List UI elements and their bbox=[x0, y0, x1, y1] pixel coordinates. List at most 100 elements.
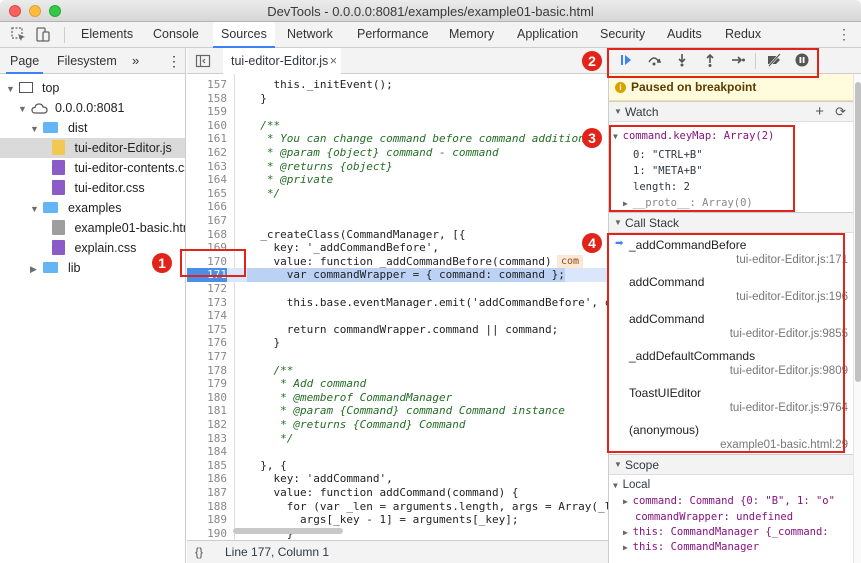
line-number[interactable]: 189 bbox=[187, 513, 227, 527]
line-number[interactable]: 186 bbox=[187, 472, 227, 486]
call-stack-section-header[interactable]: ▼ Call Stack bbox=[609, 212, 854, 233]
line-number[interactable]: 174 bbox=[187, 309, 227, 323]
line-number[interactable]: 162 bbox=[187, 146, 227, 160]
code-line[interactable]: 173 this.base.eventManager.emit('addComm… bbox=[187, 296, 608, 310]
collapse-arrow-icon[interactable]: ▶ bbox=[623, 497, 633, 506]
tree-item-dist[interactable]: ▼ dist bbox=[30, 118, 87, 138]
tab-console[interactable]: Console bbox=[153, 22, 199, 47]
code-line[interactable]: 171 var commandWrapper = { command: comm… bbox=[187, 268, 608, 282]
code-line[interactable]: 172 bbox=[187, 282, 608, 296]
code-line[interactable]: 178 /** bbox=[187, 364, 608, 378]
scope-variable[interactable]: ▶ this: CommandManager bbox=[623, 540, 759, 555]
code-line[interactable]: 168 _createClass(CommandManager, [{ bbox=[187, 228, 608, 242]
code-line[interactable]: 186 key: 'addCommand', bbox=[187, 472, 608, 486]
line-number[interactable]: 166 bbox=[187, 200, 227, 214]
code-line[interactable]: 170 value: function _addCommandBefore(co… bbox=[187, 254, 608, 269]
device-toolbar-icon[interactable] bbox=[34, 26, 52, 44]
tab-sources[interactable]: Sources bbox=[213, 22, 275, 48]
code-line[interactable]: 159 bbox=[187, 105, 608, 119]
tree-item-top[interactable]: ▼ top bbox=[6, 78, 59, 98]
tab-page[interactable]: Page bbox=[6, 48, 44, 74]
line-number[interactable]: 177 bbox=[187, 350, 227, 364]
expand-arrow-icon[interactable]: ▼ bbox=[6, 79, 16, 99]
line-number[interactable]: 187 bbox=[187, 486, 227, 500]
code-line[interactable]: 180 * @memberof CommandManager bbox=[187, 391, 608, 405]
navigator-menu-icon[interactable]: ⋮ bbox=[167, 48, 181, 74]
line-number[interactable]: 183 bbox=[187, 432, 227, 446]
tab-network[interactable]: Network bbox=[287, 22, 333, 47]
line-number[interactable]: 157 bbox=[187, 78, 227, 92]
collapse-arrow-icon[interactable]: ▶ bbox=[623, 543, 633, 552]
line-number[interactable]: 167 bbox=[187, 214, 227, 228]
code-line[interactable]: 175 return commandWrapper.command || com… bbox=[187, 323, 608, 337]
code-line[interactable]: 185 }, { bbox=[187, 459, 608, 473]
tab-redux[interactable]: Redux bbox=[725, 22, 761, 47]
scope-variable[interactable]: ▶ this: CommandManager {_command: bbox=[623, 525, 829, 540]
line-number[interactable]: 178 bbox=[187, 364, 227, 378]
line-number[interactable]: 181 bbox=[187, 404, 227, 418]
code-line[interactable]: 176 } bbox=[187, 336, 608, 350]
line-number[interactable]: 176 bbox=[187, 336, 227, 350]
code-area[interactable]: 157 this._initEvent(); 158 } 159 160 /** 161… bbox=[187, 74, 608, 563]
tree-item-editor-css[interactable]: tui-editor.css bbox=[52, 178, 145, 198]
code-line[interactable]: 188 for (var _len = arguments.length, ar… bbox=[187, 500, 608, 514]
code-line[interactable]: 158 } bbox=[187, 92, 608, 106]
line-number[interactable]: 160 bbox=[187, 119, 227, 133]
code-line[interactable]: 177 bbox=[187, 350, 608, 364]
tree-item-editor-js[interactable]: tui-editor-Editor.js bbox=[0, 138, 185, 158]
watch-section-header[interactable]: ▼ Watch + ⟳ bbox=[609, 101, 854, 122]
expand-arrow-icon[interactable]: ▼ bbox=[614, 102, 622, 122]
line-number[interactable]: 185 bbox=[187, 459, 227, 473]
code-line[interactable]: 187 value: function addCommand(command) … bbox=[187, 486, 608, 500]
line-number[interactable]: 159 bbox=[187, 105, 227, 119]
code-line[interactable]: 165 */ bbox=[187, 187, 608, 201]
line-number[interactable]: 180 bbox=[187, 391, 227, 405]
expand-arrow-icon[interactable]: ▼ bbox=[614, 213, 622, 233]
code-line[interactable]: 160 /** bbox=[187, 119, 608, 133]
code-line[interactable]: 162 * @param {object} command - command bbox=[187, 146, 608, 160]
code-line[interactable]: 189 args[_key - 1] = arguments[_key]; bbox=[187, 513, 608, 527]
expand-arrow-icon[interactable]: ▼ bbox=[613, 481, 623, 490]
code-line[interactable]: 166 bbox=[187, 200, 608, 214]
scope-variable[interactable]: ▶ command: Command {0: "B", 1: "o" bbox=[623, 494, 835, 509]
code-line[interactable]: 163 * @returns {object} bbox=[187, 160, 608, 174]
inspect-element-icon[interactable] bbox=[10, 26, 28, 44]
tab-memory[interactable]: Memory bbox=[449, 22, 494, 47]
line-number[interactable]: 165 bbox=[187, 187, 227, 201]
tab-elements[interactable]: Elements bbox=[81, 22, 133, 47]
scope-local[interactable]: ▼ Local bbox=[613, 478, 650, 493]
tab-security[interactable]: Security bbox=[600, 22, 645, 47]
line-number[interactable]: 190 bbox=[187, 527, 227, 541]
vertical-scrollbar[interactable] bbox=[853, 74, 861, 563]
tab-application[interactable]: Application bbox=[517, 22, 578, 47]
tree-item-example01-html[interactable]: example01-basic.html bbox=[52, 218, 185, 238]
tree-item-examples[interactable]: ▼ examples bbox=[30, 198, 121, 218]
tree-item-lib[interactable]: ▶ lib bbox=[30, 258, 80, 278]
tab-filesystem[interactable]: Filesystem bbox=[57, 48, 117, 74]
code-line[interactable]: 161 * You can change command before comm… bbox=[187, 132, 608, 146]
expand-arrow-icon[interactable]: ▼ bbox=[18, 99, 28, 119]
tree-item-explain-css[interactable]: explain.css bbox=[52, 238, 136, 258]
scrollbar-thumb[interactable] bbox=[855, 82, 861, 382]
line-number[interactable]: 164 bbox=[187, 173, 227, 187]
tree-item-contents-css[interactable]: tui-editor-contents.css bbox=[52, 158, 185, 178]
code-line[interactable]: 174 bbox=[187, 309, 608, 323]
line-number[interactable]: 179 bbox=[187, 377, 227, 391]
line-number[interactable]: 182 bbox=[187, 418, 227, 432]
line-number[interactable]: 173 bbox=[187, 296, 227, 310]
editor-file-tab[interactable]: tui-editor-Editor.js × bbox=[223, 48, 341, 74]
code-line[interactable]: 157 this._initEvent(); bbox=[187, 78, 608, 92]
pretty-print-icon[interactable]: {} bbox=[195, 541, 203, 563]
code-line[interactable]: 182 * @returns {Command} Command bbox=[187, 418, 608, 432]
line-number[interactable]: 188 bbox=[187, 500, 227, 514]
tab-performance[interactable]: Performance bbox=[357, 22, 429, 47]
line-number[interactable]: 172 bbox=[187, 282, 227, 296]
line-number[interactable]: 184 bbox=[187, 445, 227, 459]
line-number[interactable]: 163 bbox=[187, 160, 227, 174]
horizontal-scrollbar[interactable] bbox=[227, 526, 608, 536]
expand-arrow-icon[interactable]: ▼ bbox=[30, 119, 40, 139]
tree-item-origin[interactable]: ▼ 0.0.0.0:8081 bbox=[18, 98, 124, 118]
code-line[interactable]: 167 bbox=[187, 214, 608, 228]
code-line[interactable]: 164 * @private bbox=[187, 173, 608, 187]
line-number[interactable]: 168 bbox=[187, 228, 227, 242]
